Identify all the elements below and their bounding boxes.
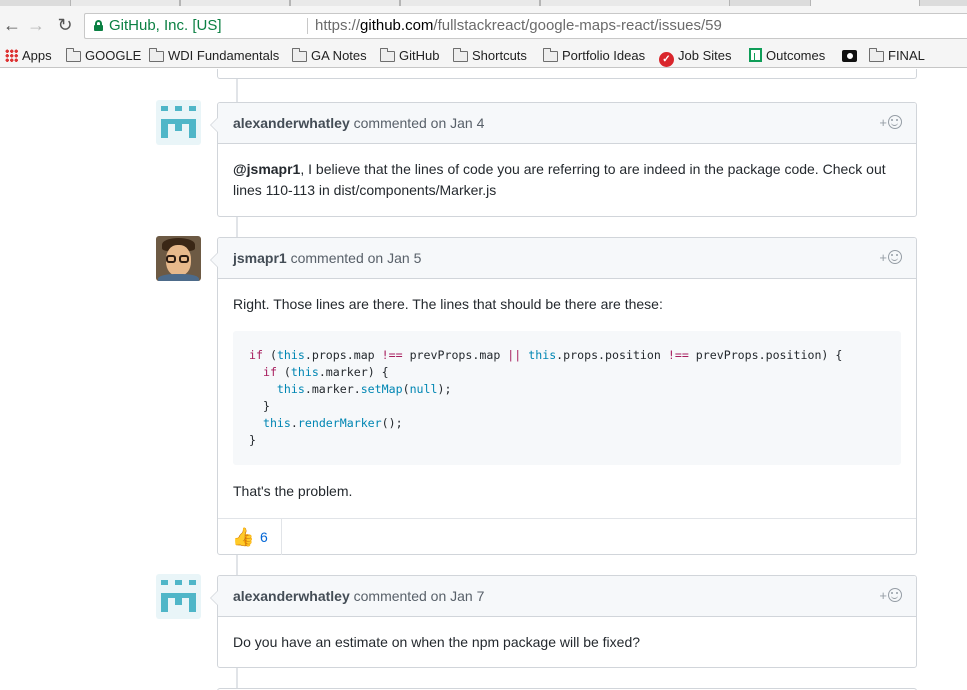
comment-author[interactable]: alexanderwhatley [233, 115, 350, 131]
comment-header: alexanderwhatley commented on Jan 7 + [218, 576, 916, 617]
user-mention[interactable]: @jsmapr1 [233, 161, 300, 177]
folder-icon [869, 48, 884, 62]
bookmark-ga-notes[interactable]: GA Notes [292, 48, 367, 64]
code-line: this.marker.setMap(null); [276, 382, 452, 396]
comment-header: jsmapr1 commented on Jan 5 + [218, 238, 916, 279]
url-text: https://github.com/fullstackreact/google… [315, 17, 722, 34]
previous-comment-box [217, 69, 917, 79]
comment-text: Do you have an estimate on when the npm … [233, 634, 641, 650]
add-reaction-button[interactable]: + [879, 588, 902, 604]
comment-action: commented [290, 250, 364, 266]
address-divider [307, 18, 308, 34]
avatar[interactable] [156, 574, 201, 619]
address-bar[interactable]: GitHub, Inc. [US] https://github.com/ful… [84, 13, 967, 39]
timeline-line [236, 555, 238, 575]
issue-page: alexanderwhatley commented on Jan 4 + @j… [0, 69, 967, 690]
code-line: this.renderMarker(); [262, 416, 403, 430]
comment-header: alexanderwhatley commented on Jan 4 + [218, 103, 916, 144]
bookmark-outcomes[interactable]: Outcomes [749, 48, 825, 64]
smiley-icon [888, 250, 902, 264]
apps-grid-icon [5, 49, 18, 62]
smiley-icon [888, 588, 902, 602]
comment-date[interactable]: on Jan 7 [431, 588, 485, 604]
timeline-line [236, 668, 238, 690]
browser-toolbar: ← → ↻ GitHub, Inc. [US] https://github.c… [0, 6, 967, 44]
code-line: } [249, 399, 270, 413]
folder-icon [380, 48, 395, 62]
comment-text: Right. Those lines are there. The lines … [233, 296, 663, 312]
comment-date[interactable]: on Jan 4 [431, 115, 485, 131]
comment-body: @jsmapr1, I believe that the lines of co… [233, 161, 886, 198]
comment-body: Do you have an estimate on when the npm … [218, 617, 916, 668]
comment: alexanderwhatley commented on Jan 7 + Do… [210, 575, 917, 668]
comment-date[interactable]: on Jan 5 [368, 250, 422, 266]
bookmark-job-sites[interactable]: ✓ Job Sites [659, 48, 731, 67]
reaction-count[interactable]: 6 [260, 529, 268, 545]
reactions-bar: 👍 6 [218, 518, 916, 555]
folder-icon [453, 48, 468, 62]
bookmarks-bar: Apps GOOGLE WDI Fundamentals GA Notes Gi… [0, 44, 967, 68]
add-reaction-button[interactable]: + [879, 250, 902, 266]
forward-arrow-icon[interactable]: → [26, 14, 46, 36]
reload-icon[interactable]: ↻ [55, 14, 75, 36]
sheets-icon [749, 48, 762, 62]
folder-icon [543, 48, 558, 62]
reaction-divider [281, 519, 282, 555]
bookmark-camera[interactable] [842, 48, 861, 64]
comment-author[interactable]: alexanderwhatley [233, 588, 350, 604]
lock-icon [94, 20, 103, 31]
bookmark-apps[interactable]: Apps [5, 48, 52, 64]
camera-icon [842, 50, 857, 62]
bookmark-shortcuts[interactable]: Shortcuts [453, 48, 527, 64]
comment-action: commented [353, 588, 427, 604]
bookmark-wdi-fundamentals[interactable]: WDI Fundamentals [149, 48, 279, 64]
job-sites-icon: ✓ [659, 52, 674, 67]
comment: jsmapr1 commented on Jan 5 + Right. Thos… [210, 237, 917, 555]
smiley-icon [888, 115, 902, 129]
code-line: } [249, 433, 256, 447]
code-block: if (this.props.map !== prevProps.map || … [233, 331, 901, 465]
bookmark-final[interactable]: FINAL [869, 48, 925, 64]
folder-icon [292, 48, 307, 62]
code-line: if (this.marker) { [262, 365, 389, 379]
comment-body: Right. Those lines are there. The lines … [218, 279, 916, 510]
add-reaction-button[interactable]: + [879, 115, 902, 131]
comment: alexanderwhatley commented on Jan 4 + @j… [210, 102, 917, 217]
comment-author[interactable]: jsmapr1 [233, 250, 287, 266]
avatar[interactable] [156, 100, 201, 145]
site-organization: GitHub, Inc. [US] [109, 17, 222, 34]
timeline-line [236, 217, 238, 237]
folder-icon [66, 48, 81, 62]
avatar[interactable] [156, 236, 201, 281]
folder-icon [149, 48, 164, 62]
comment-action: commented [353, 115, 427, 131]
bookmark-github[interactable]: GitHub [380, 48, 439, 64]
thumbs-up-icon[interactable]: 👍 [232, 527, 254, 547]
code-line: if (this.props.map !== prevProps.map || … [249, 348, 843, 362]
timeline-line [236, 79, 238, 103]
bookmark-google[interactable]: GOOGLE [66, 48, 141, 64]
comment-text: That's the problem. [233, 483, 353, 499]
bookmark-portfolio-ideas[interactable]: Portfolio Ideas [543, 48, 645, 64]
back-arrow-icon[interactable]: ← [2, 14, 22, 36]
